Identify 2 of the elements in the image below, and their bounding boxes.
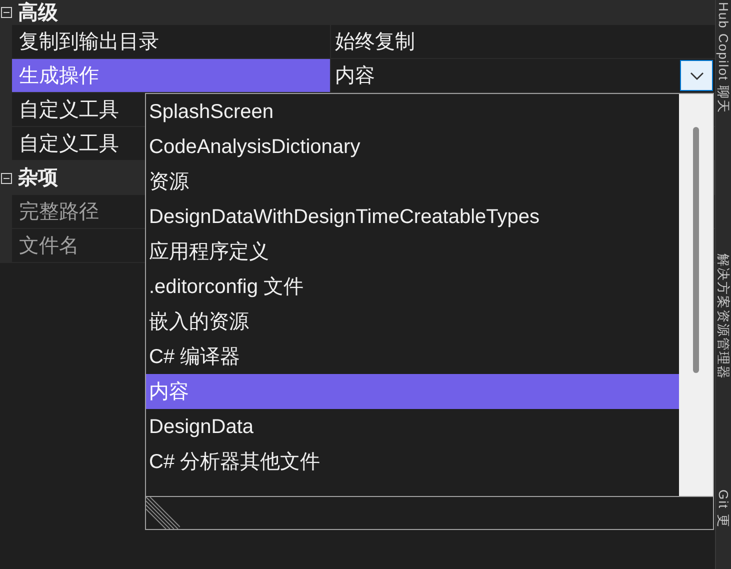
category-title: 高级 [18, 0, 58, 26]
category-title: 杂项 [18, 166, 58, 191]
